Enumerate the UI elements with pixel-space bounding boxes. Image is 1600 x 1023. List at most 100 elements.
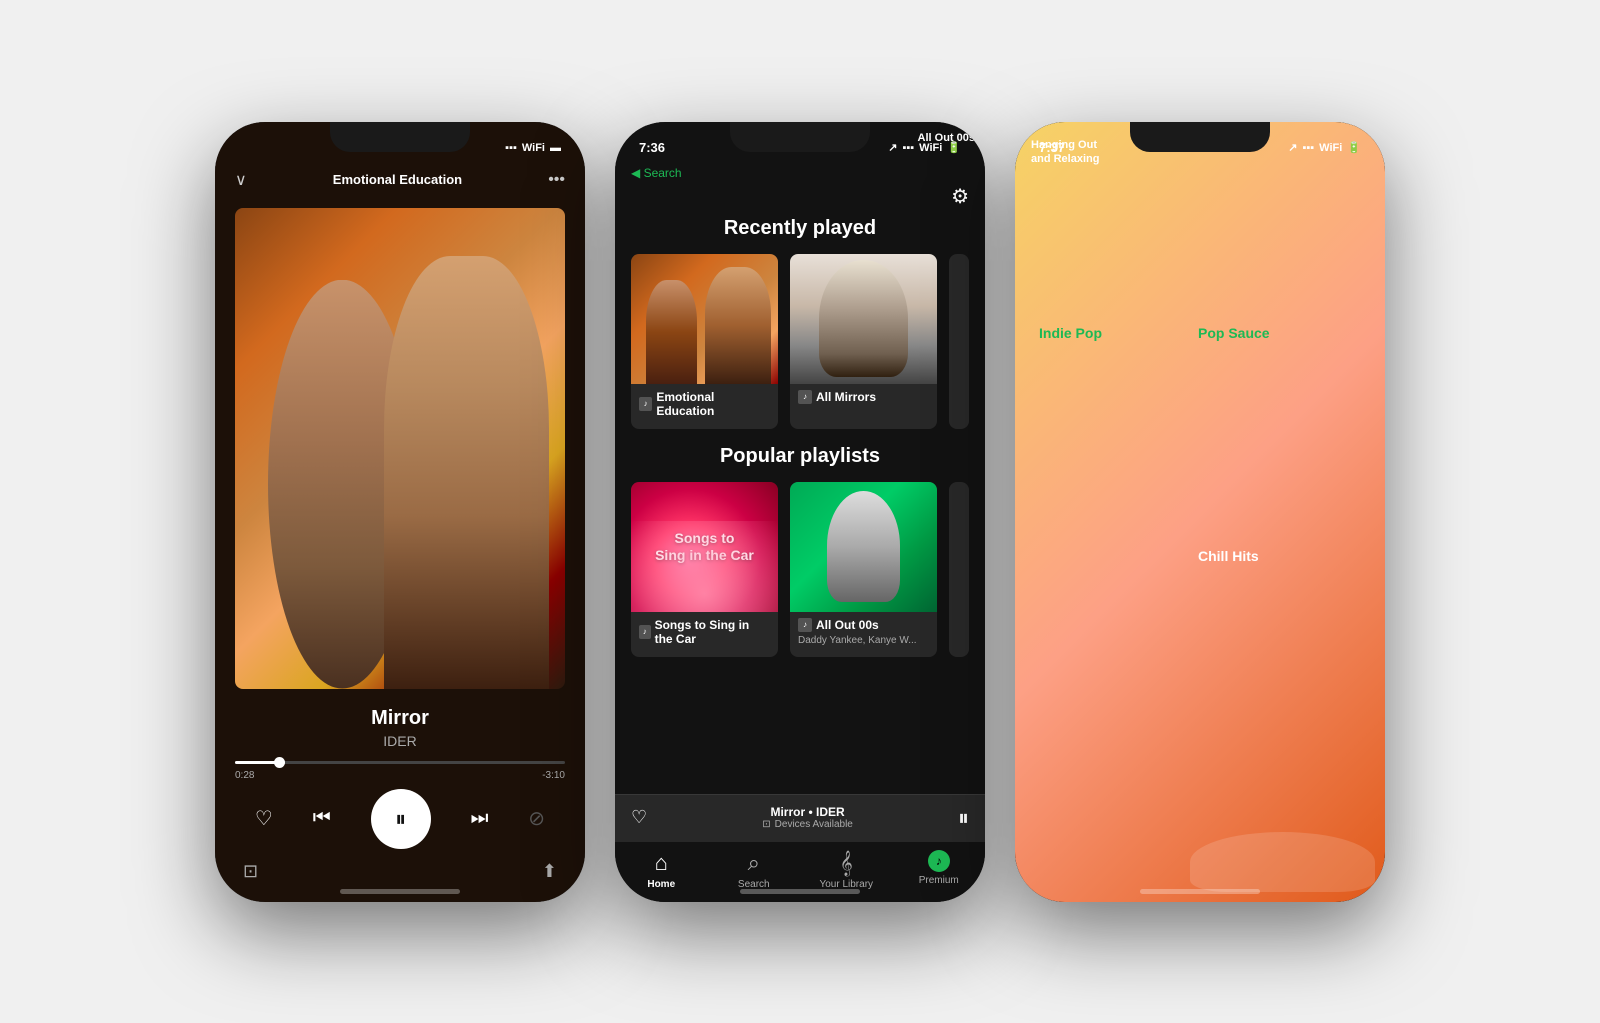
- block-button[interactable]: ⊘: [528, 806, 545, 831]
- indie-pop-label: Indie Pop: [1031, 317, 1110, 349]
- emotional-education-art: [631, 254, 778, 384]
- phone-now-playing: ▪▪▪ WiFi ▬ ∨ Emotional Education •••: [215, 122, 585, 902]
- progress-times: 0:28 -3:10: [235, 770, 565, 781]
- home-indicator[interactable]: [340, 889, 460, 894]
- settings-button[interactable]: ⚙: [615, 184, 985, 217]
- home-indicator-2[interactable]: [740, 889, 860, 894]
- next-button[interactable]: ⏭: [470, 807, 488, 830]
- album-type-icon-2: ♪: [798, 390, 812, 404]
- playback-controls: ♡ ⏮ ⏸ ⏭ ⊘: [215, 785, 585, 857]
- mini-player-2[interactable]: ♡ Mirror • IDER ⊡ Devices Available ⏸: [615, 794, 985, 841]
- card-songs-car[interactable]: Songs toSing in the Car ♪ Songs to Sing …: [631, 482, 778, 657]
- playlist-type-icon-2: ♪: [798, 618, 812, 632]
- album-art: [235, 208, 565, 689]
- signal-icon-2: ▪▪▪: [902, 142, 914, 154]
- notch-2: [730, 122, 870, 152]
- back-arrow-icon: ◀ Search: [631, 166, 682, 180]
- mini-device-2: ⊡ Devices Available: [657, 819, 958, 830]
- home-indicator-3[interactable]: [1140, 889, 1260, 894]
- card-info-mirrors: ♪ All Mirrors: [790, 384, 937, 415]
- devices-button[interactable]: ⊡: [243, 861, 258, 882]
- card-emotional-education[interactable]: ♪ Emotional Education: [631, 254, 778, 429]
- notch: [330, 122, 470, 152]
- mini-pause-button[interactable]: ⏸: [958, 805, 969, 831]
- progress-bar[interactable]: [235, 761, 565, 764]
- np-screen-title: Emotional Education: [247, 172, 548, 187]
- album-type-icon: ♪: [639, 397, 652, 411]
- chill-hits-art: Chill Hits: [1190, 462, 1337, 572]
- search-icon: ⌕: [748, 850, 760, 876]
- all-out-art: All Out 00s: [790, 482, 937, 612]
- notch-3: [1130, 122, 1270, 152]
- app-screen-3: 7:37 ↗ ▪▪▪ WiFi 🔋 ◀ Search Keep the vibe…: [1015, 122, 1385, 902]
- battery-icon-3: 🔋: [1347, 141, 1361, 154]
- bottom-controls: ⊡ ⬆: [215, 857, 585, 902]
- signal-icon: ▪▪▪: [505, 142, 517, 154]
- progress-section[interactable]: 0:28 -3:10: [215, 753, 585, 785]
- location-icon-3: ↗: [1288, 141, 1297, 154]
- all-mirrors-art: [790, 254, 937, 384]
- track-info: Mirror IDER: [215, 699, 585, 753]
- playlist-type-icon: ♪: [639, 625, 651, 639]
- phone-home: 7:36 ↗ ▪▪▪ WiFi 🔋 ◀ Search ⚙ Recently pl…: [615, 122, 985, 902]
- mini-track-info-2: Mirror • IDER ⊡ Devices Available: [657, 805, 958, 830]
- popular-playlists-row: Songs toSing in the Car ♪ Songs to Sing …: [631, 482, 969, 657]
- nav-home-label-2: Home: [647, 879, 675, 890]
- nav-library-2[interactable]: 𝄞 Your Library: [800, 850, 893, 890]
- wifi-icon-2: WiFi: [919, 142, 942, 154]
- wifi-icon: WiFi: [522, 142, 545, 154]
- battery-icon-2: 🔋: [947, 141, 961, 154]
- spotify-icon: ♪: [928, 850, 950, 872]
- artist-name: IDER: [235, 733, 565, 749]
- phone-vibe: 7:37 ↗ ▪▪▪ WiFi 🔋 ◀ Search Keep the vibe…: [1015, 122, 1385, 902]
- share-button[interactable]: ⬆: [542, 861, 557, 882]
- chill-cards-row: Hanging Outand Relaxing ♪ Hanging Out an…: [1031, 462, 1369, 628]
- status-time-3: 7:37: [1039, 140, 1065, 155]
- time-remaining: -3:10: [542, 770, 565, 781]
- recently-played-title: Recently played: [631, 217, 969, 240]
- person-right: [384, 256, 549, 689]
- status-time-2: 7:36: [639, 140, 665, 155]
- pause-button[interactable]: ⏸: [371, 789, 431, 849]
- popular-playlists-title: Popular playlists: [631, 445, 969, 468]
- status-icons-3: ↗ ▪▪▪ WiFi 🔋: [1288, 141, 1361, 154]
- location-icon: ↗: [888, 141, 897, 154]
- card-all-out-00s[interactable]: All Out 00s ♪ All Out 00s Daddy Yankee, …: [790, 482, 937, 657]
- back-to-search[interactable]: ◀ Search: [615, 166, 985, 184]
- card-subtitle-all-out: Daddy Yankee, Kanye W...: [798, 635, 929, 646]
- card-stub-2: [949, 482, 969, 657]
- status-icons-2: ↗ ▪▪▪ WiFi 🔋: [888, 141, 961, 154]
- nav-premium-label-2: Premium: [919, 875, 959, 886]
- chill-hits-label: Chill Hits: [1190, 540, 1267, 572]
- library-icon: 𝄞: [840, 850, 853, 876]
- mini-track-name-2: Mirror • IDER: [657, 805, 958, 819]
- nav-home-2[interactable]: ⌂ Home: [615, 850, 708, 890]
- mini-like-button[interactable]: ♡: [631, 807, 647, 828]
- prev-button[interactable]: ⏮: [313, 807, 331, 830]
- card-info-emotional: ♪ Emotional Education: [631, 384, 778, 429]
- like-button[interactable]: ♡: [255, 806, 273, 831]
- card-stub: [949, 254, 969, 429]
- chevron-down-icon[interactable]: ∨: [235, 170, 247, 190]
- more-options-icon[interactable]: •••: [548, 171, 565, 189]
- track-name: Mirror: [235, 707, 565, 730]
- progress-dot: [274, 757, 285, 768]
- nav-search-2[interactable]: ⌕ Search: [708, 850, 801, 890]
- battery-icon: ▬: [550, 142, 561, 154]
- devices-icon: ⊡: [762, 819, 770, 830]
- status-icons-1: ▪▪▪ WiFi ▬: [505, 142, 561, 154]
- card-name-songs-car: Songs to Sing in the Car: [655, 618, 770, 646]
- app-screen-2: 7:36 ↗ ▪▪▪ WiFi 🔋 ◀ Search ⚙ Recently pl…: [615, 122, 985, 902]
- screen-content-2: Recently played ♪ Emotional Education: [615, 217, 985, 794]
- time-elapsed: 0:28: [235, 770, 254, 781]
- card-info-all-out: ♪ All Out 00s Daddy Yankee, Kanye W...: [790, 612, 937, 654]
- songs-car-art: Songs toSing in the Car: [631, 482, 778, 612]
- card-all-mirrors[interactable]: ♪ All Mirrors: [790, 254, 937, 429]
- card-info-songs-car: ♪ Songs to Sing in the Car: [631, 612, 778, 657]
- nav-premium-2[interactable]: ♪ Premium: [893, 850, 986, 890]
- pop-sauce-label: Pop Sauce: [1190, 317, 1278, 349]
- now-playing-screen: ▪▪▪ WiFi ▬ ∨ Emotional Education •••: [215, 122, 585, 902]
- card-name-all-out: All Out 00s: [816, 618, 879, 632]
- card-chill-hits[interactable]: Chill Hits ♪ Chill Hits Bill...: [1190, 462, 1337, 628]
- np-header: ∨ Emotional Education •••: [215, 166, 585, 198]
